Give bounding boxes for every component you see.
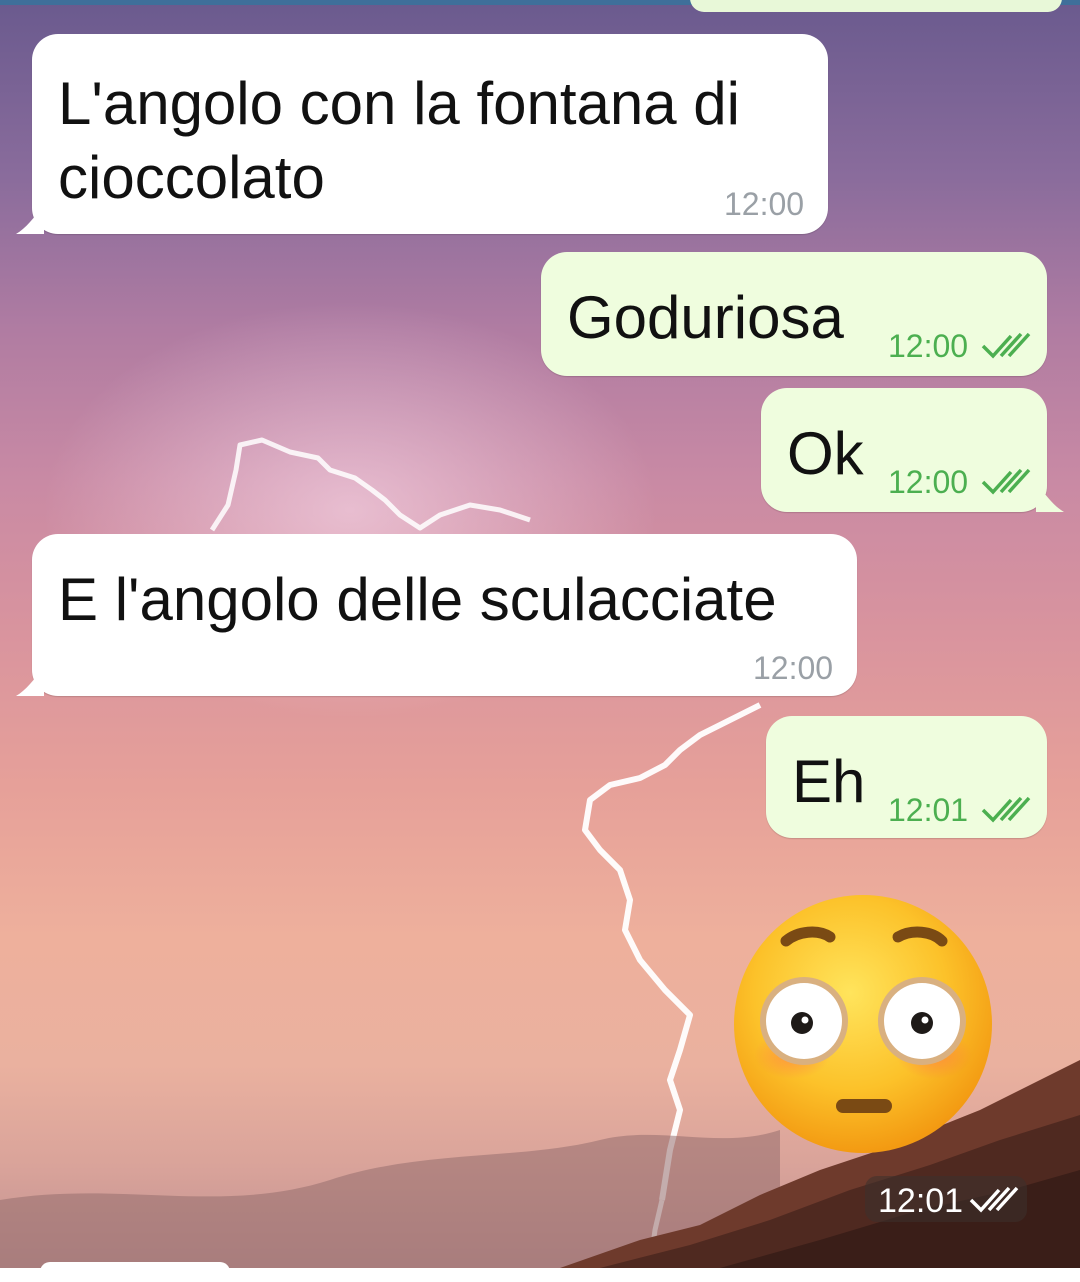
message-bubble-outgoing[interactable]: Eh 12:01 (766, 716, 1047, 838)
message-bubble-outgoing[interactable]: Ok 12:00 (761, 388, 1047, 512)
message-time: 12:00 (724, 186, 805, 222)
message-text: Goduriosa (567, 284, 844, 351)
double-check-icon (981, 468, 1031, 495)
message-bubble-incoming[interactable]: L'angolo con la fontana di cioccolato 12… (32, 34, 828, 234)
sticker-time-badge: 12:01 (865, 1176, 1027, 1222)
flushed-face-emoji-icon[interactable] (732, 893, 994, 1155)
next-message-bubble (40, 1262, 230, 1282)
bubble-tail (16, 204, 44, 234)
message-time: 12:00 (888, 464, 969, 500)
message-time: 12:01 (888, 792, 969, 828)
message-bubble-incoming[interactable]: E l'angolo delle sculacciate 12:00 (32, 534, 857, 696)
bubble-tail (16, 666, 44, 696)
message-text: L'angolo con la fontana di (58, 70, 741, 137)
message-text: Ok (787, 420, 864, 487)
message-bubble-outgoing[interactable]: Goduriosa 12:00 (541, 252, 1047, 376)
message-text: cioccolato (58, 144, 325, 211)
double-check-icon (981, 796, 1031, 823)
double-check-icon (981, 332, 1031, 359)
double-check-icon (969, 1186, 1019, 1213)
message-time: 12:00 (888, 328, 969, 364)
previous-message-bubble (690, 0, 1062, 12)
bubble-tail (1036, 482, 1064, 512)
message-time: 12:00 (753, 650, 834, 686)
message-text: Eh (792, 748, 866, 815)
message-time: 12:01 (878, 1182, 964, 1220)
message-text: E l'angolo delle sculacciate (58, 566, 777, 633)
